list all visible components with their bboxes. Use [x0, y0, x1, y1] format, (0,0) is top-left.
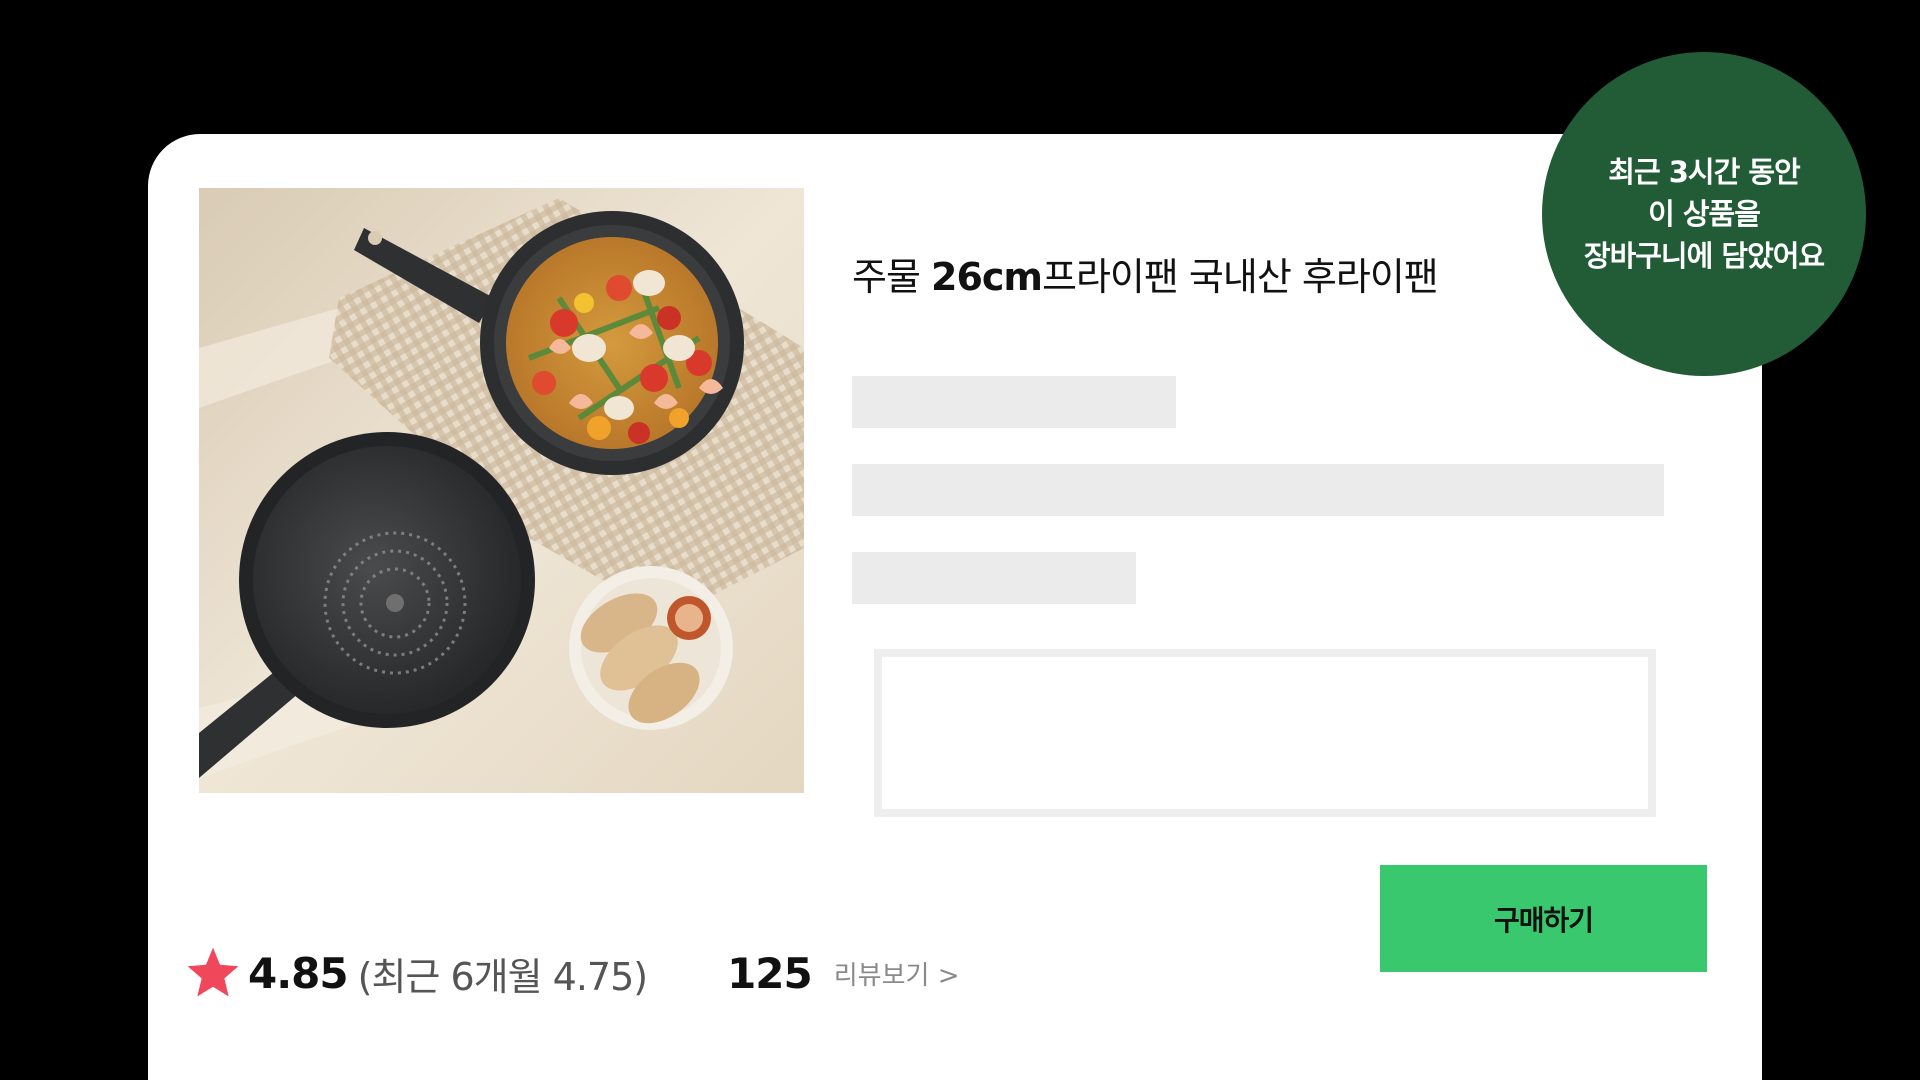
stage: 주물 26cm프라이팬 국내산 후라이팬 구매하기 4.85 (최근 6개월 4… [0, 0, 1920, 1080]
buy-button[interactable]: 구매하기 [1380, 865, 1707, 972]
star-icon [187, 947, 239, 997]
rating-score: 4.85 [248, 948, 349, 998]
product-image [199, 188, 804, 793]
badge-line-1: 최근 3시간 동안 [1608, 155, 1800, 189]
skeleton-line-2 [852, 464, 1664, 516]
product-title-size: 26cm [931, 255, 1043, 299]
product-card: 주물 26cm프라이팬 국내산 후라이팬 구매하기 4.85 (최근 6개월 4… [148, 134, 1762, 1080]
review-count: 125 [727, 948, 813, 998]
skeleton-line-1 [852, 376, 1176, 428]
skeleton-line-3 [852, 552, 1136, 604]
badge-line-2: 이 상품을 [1648, 197, 1761, 231]
review-link[interactable]: 리뷰보기 > [834, 955, 960, 992]
rating-row: 4.85 (최근 6개월 4.75) 125 리뷰보기 > [184, 940, 959, 1006]
product-title: 주물 26cm프라이팬 국내산 후라이팬 [852, 246, 1439, 301]
badge-line-3: 장바구니에 담았어요 [1583, 239, 1825, 273]
frying-pans-illustration [199, 188, 804, 793]
option-select-box[interactable] [874, 649, 1656, 817]
cart-activity-badge: 최근 3시간 동안 이 상품을 장바구니에 담았어요 [1542, 52, 1866, 376]
product-title-prefix: 주물 [852, 255, 931, 299]
rating-recent: (최근 6개월 4.75) [357, 954, 648, 999]
product-title-rest: 프라이팬 국내산 후라이팬 [1042, 255, 1439, 299]
